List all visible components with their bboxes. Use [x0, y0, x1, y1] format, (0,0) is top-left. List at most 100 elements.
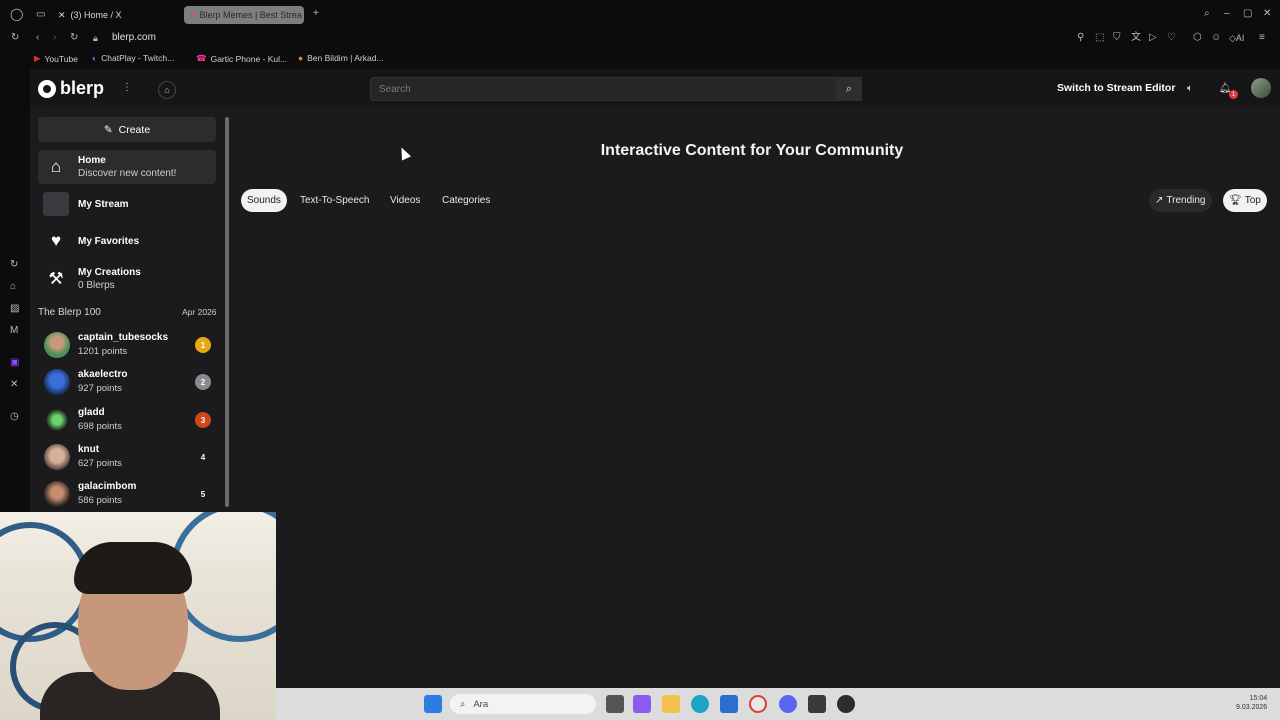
bookmark-label: YouTube: [44, 53, 78, 64]
filter-sounds[interactable]: Sounds: [241, 189, 287, 212]
nav-sublabel: Discover new content!: [78, 168, 177, 179]
search-button[interactable]: ⌕: [836, 77, 862, 101]
bookmark-label: ChatPlay - Twitch...: [101, 53, 175, 63]
new-tab-icon[interactable]: +: [313, 8, 319, 20]
leaderboard-row[interactable]: gladd 698 points 3: [42, 405, 220, 435]
ai-button[interactable]: ◇AI: [1229, 32, 1244, 44]
pin-icon[interactable]: ⚲: [1077, 32, 1084, 44]
sort-label: Trending: [1166, 195, 1206, 206]
filter-text-to-speech[interactable]: Text-To-Speech: [294, 189, 375, 212]
create-label: Create: [118, 123, 151, 136]
task-view-icon[interactable]: [606, 695, 624, 713]
bookmark-benbildim[interactable]: ● Ben Bildim | Arkad...: [298, 53, 384, 63]
leaderboard-row[interactable]: akaelectro 927 points 2: [42, 367, 220, 397]
opera-logo-icon[interactable]: ◯: [10, 8, 23, 20]
filter-categories[interactable]: Categories: [436, 189, 496, 212]
account-icon[interactable]: ☺: [1211, 32, 1221, 44]
store-icon[interactable]: [720, 695, 738, 713]
reload-rail-icon[interactable]: ↻: [11, 32, 19, 44]
magic-wand-icon: ✎: [103, 123, 113, 136]
steam-icon[interactable]: [837, 695, 855, 713]
sidebar-item-my-creations[interactable]: ⚒ My Creations 0 Blerps: [38, 262, 216, 296]
windows-start-icon[interactable]: [424, 695, 442, 713]
back-icon[interactable]: ‹: [36, 32, 39, 44]
streamer-hair: [74, 542, 192, 594]
obs-icon[interactable]: [808, 695, 826, 713]
sidebar-scroll-thumb[interactable]: [225, 117, 229, 507]
bookmark-youtube[interactable]: ▶ YouTube: [34, 53, 78, 64]
user-avatar[interactable]: [1251, 78, 1271, 98]
forward-icon[interactable]: ›: [53, 32, 56, 44]
benbildim-icon: ●: [298, 53, 304, 63]
avatar: [44, 444, 70, 470]
volume-icon[interactable]: 🔈︎: [1181, 79, 1199, 97]
minimize-icon[interactable]: –: [1224, 8, 1230, 20]
rail-twitch-icon[interactable]: ▣: [10, 357, 19, 369]
switch-to-stream-editor-button[interactable]: Switch to Stream Editor: [1057, 82, 1175, 94]
play-icon[interactable]: ▷: [1149, 32, 1157, 44]
filter-videos[interactable]: Videos: [384, 189, 426, 212]
rail-messenger-icon[interactable]: M: [10, 325, 18, 337]
ai-label: AI: [1235, 33, 1245, 43]
search-icon: ⌕: [460, 698, 466, 710]
rail-ai-icon[interactable]: ⌂: [10, 281, 16, 293]
sidebar-item-home[interactable]: ⌂ Home Discover new content!: [38, 150, 216, 184]
bookmark-label: Gartic Phone - Kul...: [210, 53, 288, 64]
tab-x-home[interactable]: ✕ (3) Home / X: [58, 6, 178, 24]
nav-label: Home: [78, 155, 106, 166]
rank-badge: 1: [195, 337, 211, 353]
rank-badge: 3: [195, 412, 211, 428]
leaderboard-name: galacimbom: [78, 481, 137, 492]
sort-trending[interactable]: ↗ Trending: [1149, 189, 1212, 212]
home-header-icon[interactable]: ⌂: [158, 81, 176, 99]
reload-icon[interactable]: ↻: [70, 32, 78, 44]
sidebar-item-my-stream[interactable]: My Stream: [38, 187, 216, 221]
menu-icon[interactable]: ≡: [1259, 32, 1265, 44]
tab-title: (3) Home / X: [70, 10, 122, 20]
url-text[interactable]: blerp.com: [112, 32, 156, 43]
taskbar-search[interactable]: ⌕ Ara: [450, 694, 596, 714]
taskbar-clock[interactable]: 15:04 9.03.2026: [1236, 694, 1267, 712]
create-button[interactable]: ✎ Create: [38, 117, 216, 142]
search-tabs-icon[interactable]: ⌕: [1204, 8, 1210, 20]
leaderboard-name: captain_tubesocks: [78, 332, 169, 343]
sidebar-item-my-favorites[interactable]: ♥ My Favorites: [38, 224, 216, 258]
close-window-icon[interactable]: ✕: [1263, 8, 1271, 20]
opera-taskbar-icon[interactable]: [749, 695, 767, 713]
page-title: Interactive Content for Your Community: [600, 142, 904, 159]
leaderboard-row[interactable]: captain_tubesocks 1201 points 1: [42, 330, 220, 360]
bookmark-label: Ben Bildim | Arkad...: [307, 53, 384, 63]
discord-icon[interactable]: [779, 695, 797, 713]
translate-icon[interactable]: 文: [1131, 32, 1141, 44]
more-options-icon[interactable]: ⋮: [122, 82, 132, 94]
rail-history-icon[interactable]: ↻: [10, 259, 18, 271]
avatar: [44, 369, 70, 395]
extensions-icon[interactable]: ⬡: [1193, 32, 1202, 44]
maximize-icon[interactable]: ▢: [1243, 8, 1252, 20]
stream-thumbnail-icon: [43, 192, 69, 216]
sort-top[interactable]: 🏆︎ Top: [1223, 189, 1267, 212]
shield-icon[interactable]: ⛉: [1113, 32, 1121, 44]
blerp-logo[interactable]: blerp: [38, 78, 104, 99]
rail-clock-icon[interactable]: ◷: [10, 411, 19, 423]
leaderboard-title[interactable]: The Blerp 100: [38, 307, 101, 318]
tab-overview-icon[interactable]: ▭: [36, 9, 45, 21]
heart-bookmark-icon[interactable]: ♡: [1167, 32, 1176, 44]
leaderboard-row[interactable]: galacimbom 586 points 5: [42, 479, 220, 509]
avatar: [44, 407, 70, 433]
bookmark-chatplay[interactable]: ◐ ChatPlay - Twitch...: [92, 53, 174, 63]
leaderboard-row[interactable]: knut 627 points 4: [42, 442, 220, 472]
leaderboard-name: gladd: [78, 407, 105, 418]
copilot-icon[interactable]: [633, 695, 651, 713]
search-input[interactable]: Search: [370, 77, 862, 101]
sort-label: Top: [1244, 195, 1261, 206]
rail-x-icon[interactable]: ✕: [10, 379, 18, 391]
tab-blerp[interactable]: ● Blerp Memes | Best Strea: [184, 6, 304, 24]
bookmark-gartic[interactable]: ☎ Gartic Phone - Kul...: [196, 53, 287, 64]
edge-icon[interactable]: [691, 695, 709, 713]
file-explorer-icon[interactable]: [662, 695, 680, 713]
nav-label: My Stream: [78, 198, 129, 210]
rail-notes-icon[interactable]: ▨: [10, 303, 19, 315]
snapshot-icon[interactable]: ⬚: [1095, 32, 1104, 44]
clock-date: 9.03.2026: [1236, 704, 1268, 711]
